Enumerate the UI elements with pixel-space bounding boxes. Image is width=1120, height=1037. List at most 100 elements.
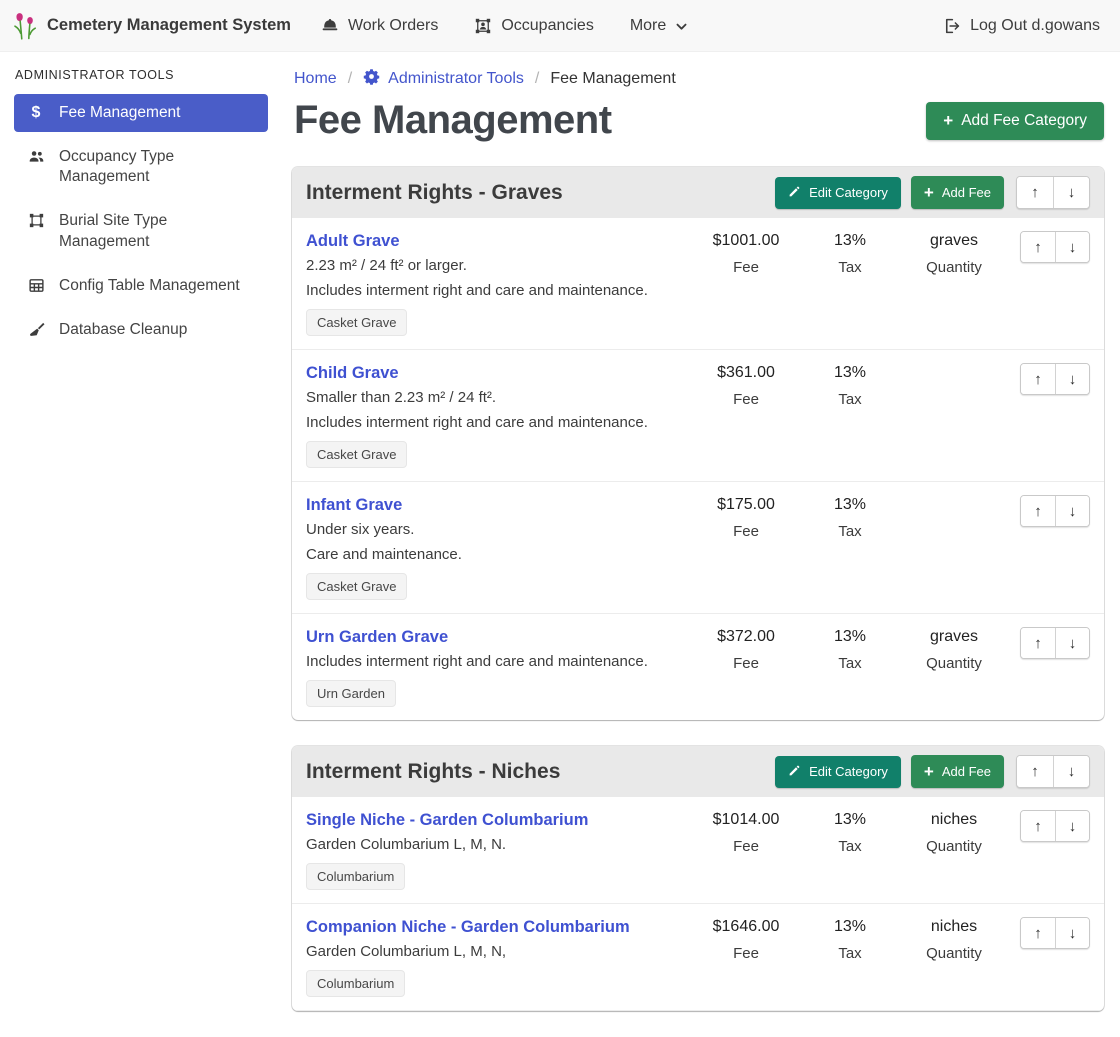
- page-title: Fee Management: [294, 98, 612, 143]
- sidebar: ADMINISTRATOR TOOLS $ Fee Management Occ…: [0, 52, 280, 355]
- fee-description: Includes interment right and care and ma…: [306, 415, 688, 431]
- breadcrumb-separator: /: [348, 70, 352, 88]
- fee-tax: 13%: [798, 232, 902, 250]
- category-reorder-group: ↑ ↓: [1016, 755, 1090, 788]
- fee-description: Garden Columbarium L, M, N.: [306, 837, 688, 853]
- fee-name-link[interactable]: Single Niche - Garden Columbarium: [306, 811, 588, 830]
- fee-amount: $1001.00: [694, 232, 798, 250]
- occupancy-frame-icon: [474, 17, 492, 35]
- sidebar-item-database-cleanup[interactable]: Database Cleanup: [14, 311, 268, 349]
- fee-quantity-column: [902, 494, 1006, 505]
- move-fee-up-button[interactable]: ↑: [1021, 364, 1055, 394]
- fee-amount: $361.00: [694, 364, 798, 382]
- plus-icon: +: [924, 763, 934, 780]
- fee-tax: 13%: [798, 364, 902, 382]
- chevron-down-icon: [675, 18, 688, 33]
- sidebar-item-occupancy-type-management[interactable]: Occupancy Type Management: [14, 138, 268, 196]
- fee-reorder-group: ↑ ↓: [1020, 627, 1090, 659]
- fee-amount: $1646.00: [694, 918, 798, 936]
- nav-item-work-orders[interactable]: Work Orders: [321, 17, 438, 35]
- category-reorder-group: ↑ ↓: [1016, 176, 1090, 209]
- fee-name-link[interactable]: Adult Grave: [306, 232, 400, 251]
- fee-tax: 13%: [798, 811, 902, 829]
- navbar-links: Work Orders Occupancies More: [321, 17, 688, 35]
- fee-reorder-group: ↑ ↓: [1020, 231, 1090, 263]
- pencil-icon: [788, 764, 801, 780]
- move-fee-down-button[interactable]: ↓: [1055, 918, 1089, 948]
- fee-tax-column: 13% Tax: [798, 916, 902, 962]
- move-fee-up-button[interactable]: ↑: [1021, 496, 1055, 526]
- fee-name-link[interactable]: Infant Grave: [306, 496, 402, 515]
- move-category-up-button[interactable]: ↑: [1017, 177, 1053, 208]
- logout-button[interactable]: Log Out d.gowans: [943, 17, 1100, 35]
- fee-quantity-column: [902, 362, 1006, 373]
- plus-icon: +: [924, 184, 934, 201]
- fee-tag: Casket Grave: [306, 309, 407, 336]
- app-title: Cemetery Management System: [47, 16, 291, 35]
- move-fee-down-button[interactable]: ↓: [1055, 364, 1089, 394]
- move-fee-up-button[interactable]: ↑: [1021, 918, 1055, 948]
- fee-amount-column: $1646.00 Fee: [694, 916, 798, 962]
- breadcrumb-home-link[interactable]: Home: [294, 70, 337, 88]
- add-fee-button[interactable]: + Add Fee: [911, 755, 1004, 788]
- fee-tag: Columbarium: [306, 863, 405, 890]
- move-fee-down-button[interactable]: ↓: [1055, 628, 1089, 658]
- app-brand[interactable]: Cemetery Management System: [12, 11, 291, 41]
- fee-quantity-column: niches Quantity: [902, 809, 1006, 855]
- sidebar-item-fee-management[interactable]: $ Fee Management: [14, 94, 268, 132]
- fee-tax: 13%: [798, 918, 902, 936]
- vector-frame-icon: [26, 212, 46, 229]
- fee-tax: 13%: [798, 496, 902, 514]
- move-fee-down-button[interactable]: ↓: [1055, 811, 1089, 841]
- fee-categories: Interment Rights - Graves Edit Category …: [292, 167, 1104, 1011]
- move-category-down-button[interactable]: ↓: [1053, 177, 1089, 208]
- move-fee-down-button[interactable]: ↓: [1055, 232, 1089, 262]
- fee-amount-column: $372.00 Fee: [694, 626, 798, 672]
- fee-row: Adult Grave 2.23 m² / 24 ft² or larger.I…: [292, 218, 1104, 350]
- fee-description: Garden Columbarium L, M, N,: [306, 944, 688, 960]
- fee-quantity: graves: [902, 628, 1006, 646]
- fee-tax-column: 13% Tax: [798, 230, 902, 276]
- gear-icon: [363, 68, 380, 90]
- edit-category-button[interactable]: Edit Category: [775, 177, 901, 209]
- add-fee-category-button[interactable]: + Add Fee Category: [926, 102, 1104, 140]
- fee-reorder-group: ↑ ↓: [1020, 917, 1090, 949]
- sidebar-item-config-table-management[interactable]: Config Table Management: [14, 267, 268, 305]
- pencil-icon: [788, 185, 801, 201]
- fee-amount: $372.00: [694, 628, 798, 646]
- fee-tag: Urn Garden: [306, 680, 396, 707]
- fee-category-card: Interment Rights - Niches Edit Category …: [292, 746, 1104, 1011]
- fee-amount-column: $1014.00 Fee: [694, 809, 798, 855]
- category-header: Interment Rights - Graves Edit Category …: [292, 167, 1104, 218]
- move-category-down-button[interactable]: ↓: [1053, 756, 1089, 787]
- main-content: Home / Administrator Tools / Fee Managem…: [280, 52, 1120, 1037]
- fee-amount: $1014.00: [694, 811, 798, 829]
- fee-name-link[interactable]: Companion Niche - Garden Columbarium: [306, 918, 630, 937]
- nav-item-occupancies[interactable]: Occupancies: [474, 17, 594, 35]
- move-fee-up-button[interactable]: ↑: [1021, 628, 1055, 658]
- dollar-icon: $: [26, 104, 46, 121]
- hard-hat-icon: [321, 17, 339, 35]
- fee-tag: Casket Grave: [306, 573, 407, 600]
- fee-quantity-column: graves Quantity: [902, 230, 1006, 276]
- fee-row: Companion Niche - Garden Columbarium Gar…: [292, 904, 1104, 1011]
- fee-reorder-group: ↑ ↓: [1020, 495, 1090, 527]
- move-fee-up-button[interactable]: ↑: [1021, 811, 1055, 841]
- breadcrumb-admin-tools-link[interactable]: Administrator Tools: [363, 68, 524, 90]
- fee-amount: $175.00: [694, 496, 798, 514]
- move-fee-down-button[interactable]: ↓: [1055, 496, 1089, 526]
- move-fee-up-button[interactable]: ↑: [1021, 232, 1055, 262]
- fee-row: Single Niche - Garden Columbarium Garden…: [292, 797, 1104, 904]
- fee-tax-column: 13% Tax: [798, 809, 902, 855]
- fee-name-link[interactable]: Urn Garden Grave: [306, 628, 448, 647]
- fee-tag: Casket Grave: [306, 441, 407, 468]
- edit-category-button[interactable]: Edit Category: [775, 756, 901, 788]
- move-category-up-button[interactable]: ↑: [1017, 756, 1053, 787]
- sidebar-heading: ADMINISTRATOR TOOLS: [15, 68, 268, 82]
- sidebar-item-burial-site-type-management[interactable]: Burial Site Type Management: [14, 202, 268, 260]
- fee-name-link[interactable]: Child Grave: [306, 364, 399, 383]
- fee-amount-column: $175.00 Fee: [694, 494, 798, 540]
- add-fee-button[interactable]: + Add Fee: [911, 176, 1004, 209]
- table-icon: [26, 277, 46, 294]
- nav-item-more[interactable]: More: [630, 17, 688, 35]
